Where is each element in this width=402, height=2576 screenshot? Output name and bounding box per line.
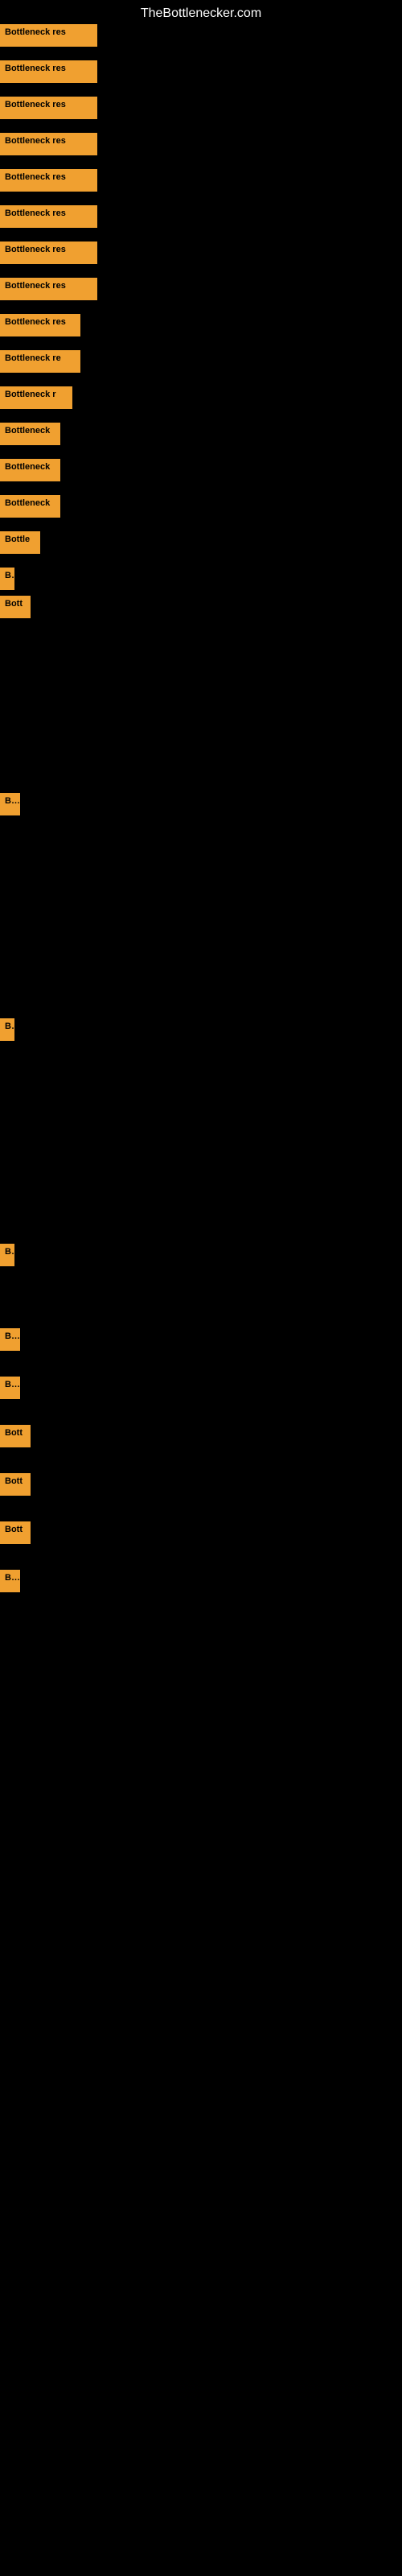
- bottleneck-button-24[interactable]: Bott: [0, 1473, 31, 1496]
- bottleneck-button-9[interactable]: Bottleneck res: [0, 314, 80, 336]
- bottleneck-button-10[interactable]: Bottleneck re: [0, 350, 80, 373]
- bottleneck-button-26[interactable]: Bo: [0, 1570, 20, 1592]
- bottleneck-button-12[interactable]: Bottleneck: [0, 423, 60, 445]
- bottleneck-button-8[interactable]: Bottleneck res: [0, 278, 97, 300]
- bottleneck-button-16[interactable]: B: [0, 568, 14, 590]
- bottleneck-button-23[interactable]: Bott: [0, 1425, 31, 1447]
- bottleneck-button-11[interactable]: Bottleneck r: [0, 386, 72, 409]
- bottleneck-button-14[interactable]: Bottleneck: [0, 495, 60, 518]
- bottleneck-button-21[interactable]: Bo: [0, 1328, 20, 1351]
- bottleneck-button-7[interactable]: Bottleneck res: [0, 242, 97, 264]
- bottleneck-button-15[interactable]: Bottle: [0, 531, 40, 554]
- bottleneck-button-5[interactable]: Bottleneck res: [0, 169, 97, 192]
- bottleneck-button-22[interactable]: Bo: [0, 1377, 20, 1399]
- bottleneck-button-13[interactable]: Bottleneck: [0, 459, 60, 481]
- bottleneck-button-25[interactable]: Bott: [0, 1521, 31, 1544]
- bottleneck-button-2[interactable]: Bottleneck res: [0, 60, 97, 83]
- bottleneck-button-17[interactable]: Bott: [0, 596, 31, 618]
- bottleneck-button-4[interactable]: Bottleneck res: [0, 133, 97, 155]
- bottleneck-button-20[interactable]: B: [0, 1244, 14, 1266]
- site-title: TheBottlenecker.com: [141, 6, 261, 21]
- bottleneck-button-19[interactable]: B: [0, 1018, 14, 1041]
- bottleneck-button-18[interactable]: Bo: [0, 793, 20, 815]
- bottleneck-button-3[interactable]: Bottleneck res: [0, 97, 97, 119]
- bottleneck-button-1[interactable]: Bottleneck res: [0, 24, 97, 47]
- bottleneck-button-6[interactable]: Bottleneck res: [0, 205, 97, 228]
